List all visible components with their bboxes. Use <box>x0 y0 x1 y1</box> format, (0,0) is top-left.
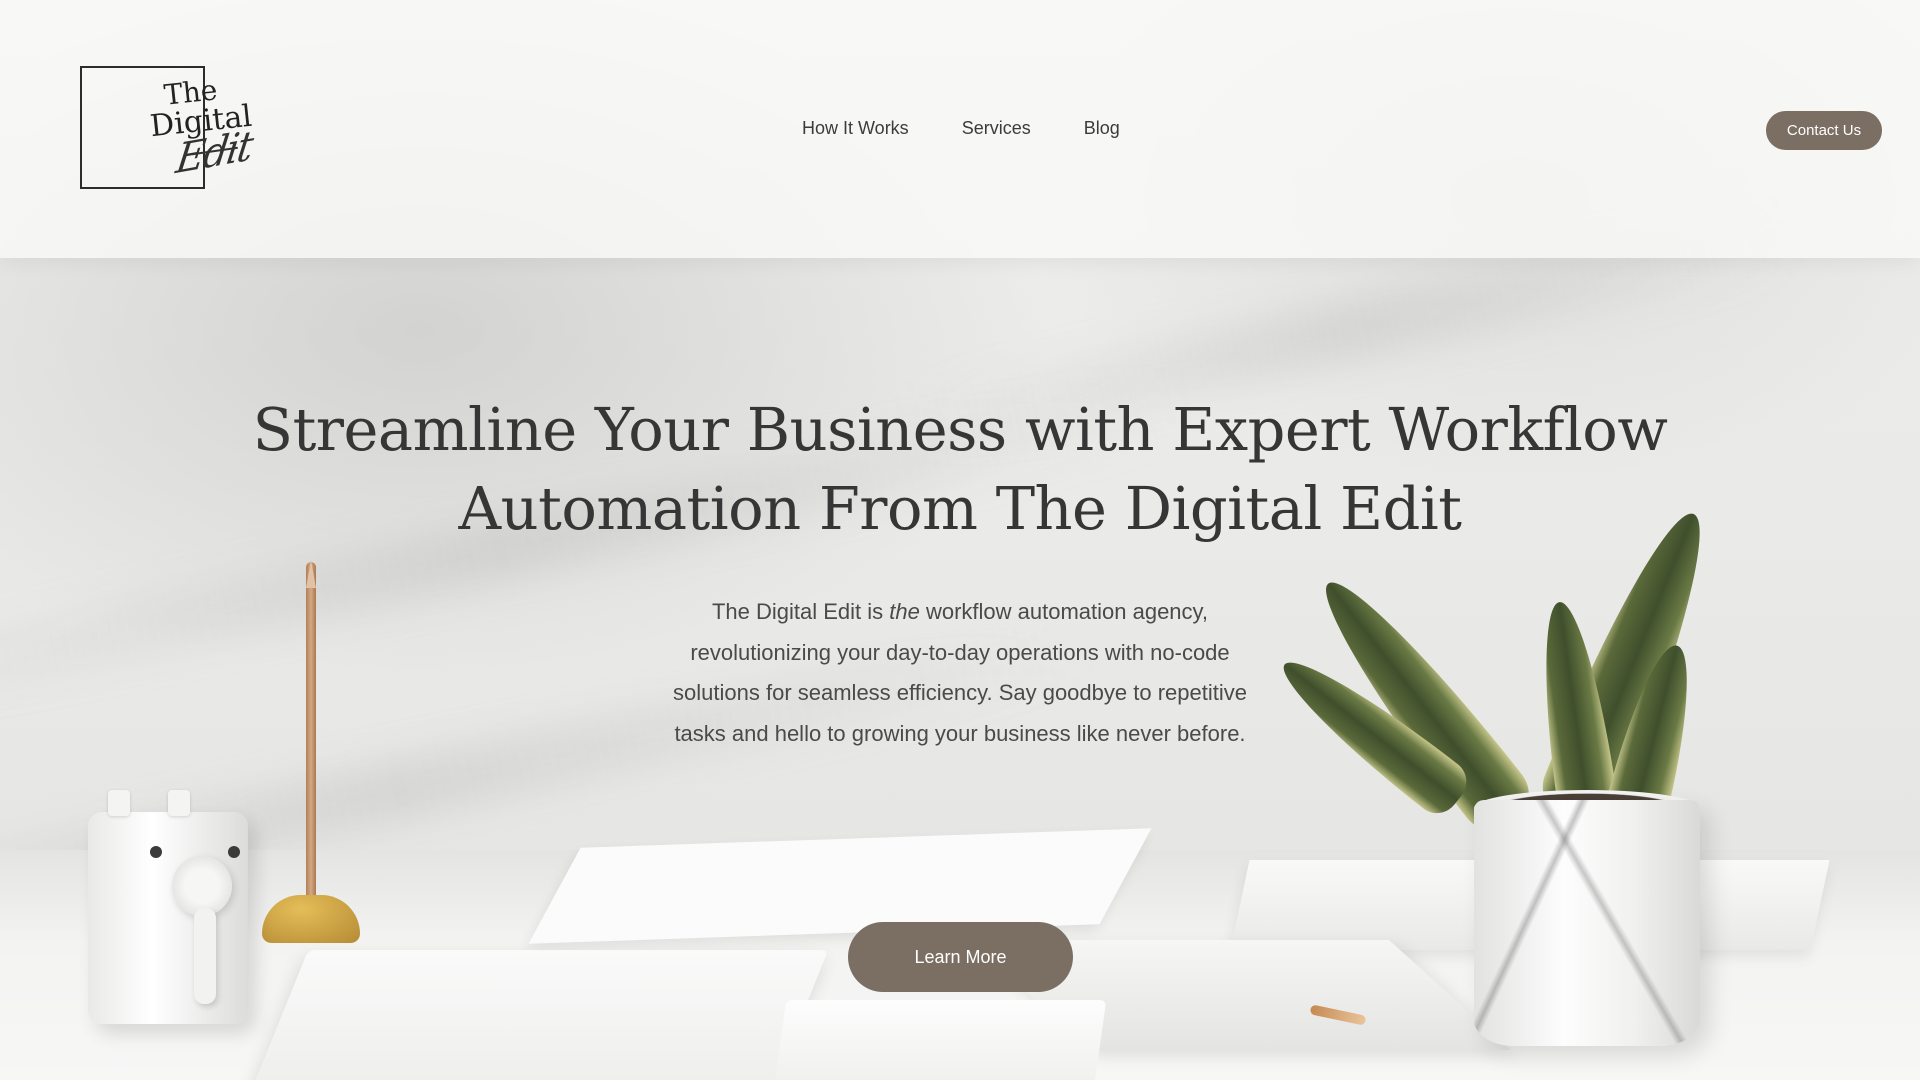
hero-title-line: Automation From The Digital Edit <box>458 474 1462 543</box>
hero-description-part: The Digital Edit is <box>711 599 890 624</box>
hero-description-emphasis: the <box>889 599 920 624</box>
nav-services[interactable]: Services <box>962 118 1031 139</box>
learn-more-button[interactable]: Learn More <box>848 922 1073 992</box>
hero-title: Streamline Your Business with Expert Wor… <box>0 390 1920 548</box>
sharpener-image <box>88 790 248 1024</box>
sharpener-crank <box>194 908 216 1004</box>
nav-blog[interactable]: Blog <box>1084 118 1120 139</box>
nav-how-it-works[interactable]: How It Works <box>802 118 909 139</box>
sharpener-hole <box>150 846 162 858</box>
pencil-image <box>306 562 316 902</box>
hero-title-line: Streamline Your Business with Expert Wor… <box>252 395 1668 464</box>
logo[interactable]: The Digital Edit <box>80 66 254 191</box>
hero-description: The Digital Edit is the workflow automat… <box>660 592 1260 754</box>
sharpener-knob <box>108 790 130 816</box>
open-book-image <box>773 1000 1107 1080</box>
sharpener-hole <box>228 846 240 858</box>
sharpener-knob <box>168 790 190 816</box>
site-header: The Digital Edit How It Works Services B… <box>0 0 1920 258</box>
pencil-tip-image <box>306 560 316 588</box>
contact-us-button[interactable]: Contact Us <box>1766 111 1882 150</box>
open-book-image <box>251 950 829 1080</box>
sharpener-wheel <box>172 856 232 916</box>
main-nav: How It Works Services Blog <box>802 118 1120 139</box>
marble-pot-image <box>1474 800 1700 1046</box>
